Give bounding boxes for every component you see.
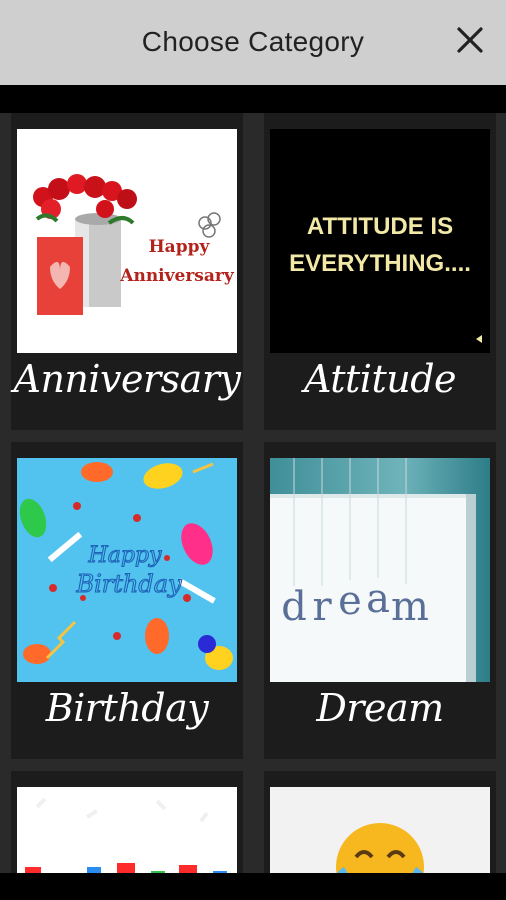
birthday-image-line2: Birthday [75, 570, 182, 598]
hanging-letters-image: d r e a m [270, 458, 490, 682]
bottom-bar [0, 873, 506, 900]
category-label-dream: Dream [316, 686, 444, 730]
dream-letter-a: a [366, 576, 390, 622]
text-on-black-image: ATTITUDE IS EVERYTHING.... [270, 129, 490, 353]
balloons-confetti-image: Happy Birthday [17, 458, 237, 682]
category-grid: Happy Anniversary Anniversary ATTITUDE I… [0, 113, 506, 873]
category-card-anniversary[interactable]: Happy Anniversary Anniversary [11, 113, 243, 430]
anniversary-image-line1: Happy [149, 237, 211, 257]
category-label-birthday: Birthday [45, 686, 209, 730]
top-bar: Choose Category [0, 0, 506, 85]
category-6-thumbnail [270, 787, 490, 873]
category-card-birthday[interactable]: Happy Birthday Birthday [11, 442, 243, 759]
dream-letter-r: r [312, 584, 332, 630]
category-card-attitude[interactable]: ATTITUDE IS EVERYTHING.... Attitude [264, 113, 496, 430]
birthday-image-line1: Happy [88, 543, 162, 568]
laughing-emoji-icon [270, 787, 490, 873]
dream-thumbnail: d r e a m [270, 458, 490, 682]
close-button[interactable] [452, 22, 488, 58]
dream-letter-d: d [281, 584, 307, 630]
page-title: Choose Category [141, 26, 365, 57]
category-card-5[interactable] [11, 771, 243, 873]
dream-letter-e: e [338, 578, 362, 624]
attitude-image-line1: ATTITUDE IS [307, 213, 453, 240]
attitude-image-line2: EVERYTHING.... [289, 250, 471, 277]
close-icon [457, 27, 483, 53]
anniversary-image-line2: Anniversary [119, 266, 235, 286]
category-label-anniversary: Anniversary [13, 357, 241, 401]
roses-card-icon: Happy Anniversary [17, 129, 237, 353]
category-label-attitude: Attitude [303, 357, 457, 401]
attitude-thumbnail: ATTITUDE IS EVERYTHING.... [270, 129, 490, 353]
category-5-thumbnail [17, 787, 237, 873]
dream-letter-m: m [391, 584, 429, 630]
party-items-image [17, 787, 237, 873]
category-card-6[interactable] [264, 771, 496, 873]
birthday-thumbnail: Happy Birthday [17, 458, 237, 682]
category-card-dream[interactable]: d r e a m Dream [264, 442, 496, 759]
anniversary-thumbnail: Happy Anniversary [17, 129, 237, 353]
